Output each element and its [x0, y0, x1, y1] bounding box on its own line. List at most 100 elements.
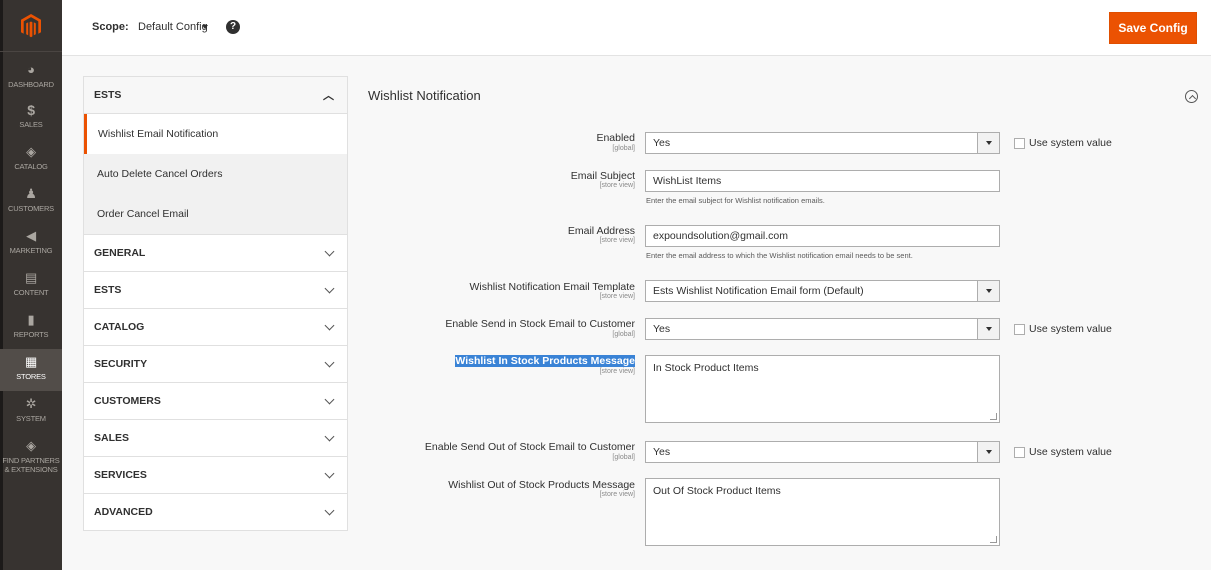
- in-stock-message-scope: [store view]: [599, 368, 635, 375]
- magento-logo[interactable]: [0, 0, 62, 52]
- save-config-button[interactable]: Save Config: [1109, 12, 1197, 44]
- checkbox[interactable]: [1014, 446, 1025, 458]
- sidebar-item-label: SALES: [19, 120, 43, 129]
- sidebar-item-label: REPORTS: [13, 330, 49, 339]
- sidebar-item-dashboard[interactable]: ◕ DASHBOARD: [0, 62, 62, 89]
- tab-group-label: SECURITY: [94, 358, 148, 370]
- use-system-value-label: Use system value: [1029, 446, 1112, 458]
- out-stock-enable-use-system-value[interactable]: Use system value: [1014, 446, 1112, 458]
- in-stock-message-label-text: Wishlist In Stock Products Message: [455, 355, 635, 367]
- checkbox[interactable]: [1014, 137, 1025, 149]
- tab-group-ests[interactable]: ESTS: [84, 271, 347, 308]
- enabled-use-system-value[interactable]: Use system value: [1014, 137, 1112, 149]
- out-stock-enable-value: Yes: [653, 446, 671, 458]
- enabled-select[interactable]: Yes: [645, 132, 1000, 154]
- tab-subitems: Wishlist Email Notification Auto Delete …: [84, 114, 347, 234]
- tab-group-label: SALES: [94, 432, 130, 444]
- sidebar-item-label: DASHBOARD: [8, 80, 54, 89]
- dollar-icon: $: [27, 102, 35, 118]
- sidebar-item-marketing[interactable]: ◀ MARKETING: [0, 228, 62, 255]
- use-system-value-label: Use system value: [1029, 137, 1112, 149]
- in-stock-message-value: In Stock Product Items: [653, 362, 759, 374]
- sidebar-item-content[interactable]: ▤ CONTENT: [0, 270, 62, 297]
- template-scope: [store view]: [599, 293, 635, 300]
- chevron-down-icon: [324, 320, 335, 330]
- tab-group-security[interactable]: SECURITY: [84, 345, 347, 382]
- sidebar-item-stores[interactable]: ▦ STORES: [0, 349, 62, 391]
- admin-sidebar: ◕ DASHBOARD $ SALES ◈ CATALOG ♟ CUSTOMERS ◀ M…: [0, 0, 62, 570]
- in-stock-enable-label: Enable Send in Stock Email to Customer: [445, 318, 635, 330]
- email-subject-input[interactable]: WishList Items: [645, 170, 1000, 192]
- sidebar-item-sales[interactable]: $ SALES: [0, 102, 62, 129]
- collapse-section-icon[interactable]: [1185, 90, 1198, 103]
- tab-group-general[interactable]: GENERAL: [84, 234, 347, 271]
- sidebar-item-label: CUSTOMERS: [8, 204, 54, 213]
- use-system-value-label: Use system value: [1029, 323, 1112, 335]
- email-subject-scope: [store view]: [599, 182, 635, 189]
- out-stock-message-value: Out Of Stock Product Items: [653, 485, 781, 497]
- resize-handle-icon[interactable]: [990, 536, 997, 543]
- box-icon: ◈: [26, 438, 36, 453]
- sidebar-item-find-partners[interactable]: ◈ FIND PARTNERS & EXTENSIONS: [0, 438, 62, 474]
- chevron-down-icon: [324, 283, 335, 293]
- sidebar-item-catalog[interactable]: ◈ CATALOG: [0, 144, 62, 171]
- out-stock-message-label: Wishlist Out of Stock Products Message: [448, 479, 635, 491]
- tab-group-label: ESTS: [94, 89, 122, 101]
- chevron-down-icon: [977, 442, 999, 462]
- tab-wishlist-email-notification[interactable]: Wishlist Email Notification: [84, 114, 347, 154]
- sidebar-item-label: MARKETING: [9, 246, 53, 255]
- template-select[interactable]: Ests Wishlist Notification Email form (D…: [645, 280, 1000, 302]
- tab-group-services[interactable]: SERVICES: [84, 456, 347, 493]
- in-stock-enable-use-system-value[interactable]: Use system value: [1014, 323, 1112, 335]
- out-stock-enable-scope: [global]: [612, 454, 635, 461]
- email-address-input[interactable]: expoundsolution@gmail.com: [645, 225, 1000, 247]
- in-stock-enable-value: Yes: [653, 323, 671, 335]
- tab-group-label: CUSTOMERS: [94, 395, 161, 407]
- sidebar-item-label: FIND PARTNERS & EXTENSIONS: [2, 456, 60, 474]
- megaphone-icon: ◀: [26, 228, 36, 243]
- out-stock-enable-label: Enable Send Out of Stock Email to Custom…: [424, 441, 635, 453]
- section-title[interactable]: Wishlist Notification: [368, 88, 481, 103]
- config-tabs: ESTS ︿ Wishlist Email Notification Auto …: [83, 76, 348, 531]
- scope-switcher[interactable]: Default Config: [138, 21, 208, 33]
- layout-icon: ▤: [24, 270, 38, 285]
- tab-group-customers[interactable]: CUSTOMERS: [84, 382, 347, 419]
- page-actions-bar: Scope: Default Config ? Save Config: [62, 0, 1211, 56]
- gear-icon: ✲: [25, 396, 37, 411]
- chevron-down-icon: [324, 394, 335, 404]
- sidebar-item-customers[interactable]: ♟ CUSTOMERS: [0, 186, 62, 213]
- resize-handle-icon[interactable]: [990, 413, 997, 420]
- enabled-scope: [global]: [612, 145, 635, 152]
- out-stock-enable-select[interactable]: Yes: [645, 441, 1000, 463]
- sidebar-item-label: SYSTEM: [16, 414, 46, 423]
- sidebar-item-reports[interactable]: ▮ REPORTS: [0, 312, 62, 339]
- tab-order-cancel-email[interactable]: Order Cancel Email: [84, 194, 347, 234]
- bar-chart-icon: ▮: [27, 312, 35, 327]
- chevron-down-icon[interactable]: [202, 25, 208, 29]
- chevron-up-icon: ︿: [323, 90, 334, 102]
- tab-group-label: SERVICES: [94, 469, 147, 481]
- email-subject-note: Enter the email subject for Wishlist not…: [646, 196, 825, 205]
- help-icon[interactable]: ?: [226, 20, 240, 34]
- chevron-down-icon: [324, 431, 335, 441]
- store-icon: ▦: [24, 354, 38, 369]
- chevron-down-icon: [324, 505, 335, 515]
- sidebar-item-system[interactable]: ✲ SYSTEM: [0, 396, 62, 423]
- dashboard-icon: ◕: [27, 62, 35, 77]
- email-subject-label: Email Subject: [570, 170, 635, 182]
- scope-label: Scope:: [92, 21, 129, 33]
- chevron-down-icon: [324, 246, 335, 256]
- tab-group-advanced[interactable]: ADVANCED: [84, 493, 347, 530]
- tab-group-ests-open[interactable]: ESTS ︿: [84, 77, 347, 114]
- tab-group-label: GENERAL: [94, 247, 146, 259]
- tab-auto-delete-cancel-orders[interactable]: Auto Delete Cancel Orders: [84, 154, 347, 194]
- cube-icon: ◈: [26, 144, 36, 159]
- in-stock-message-textarea[interactable]: In Stock Product Items: [645, 355, 1000, 423]
- in-stock-enable-select[interactable]: Yes: [645, 318, 1000, 340]
- chevron-down-icon: [977, 281, 999, 301]
- checkbox[interactable]: [1014, 323, 1025, 335]
- out-stock-message-textarea[interactable]: Out Of Stock Product Items: [645, 478, 1000, 546]
- magento-logo-icon: [21, 13, 41, 37]
- tab-group-sales[interactable]: SALES: [84, 419, 347, 456]
- tab-group-catalog[interactable]: CATALOG: [84, 308, 347, 345]
